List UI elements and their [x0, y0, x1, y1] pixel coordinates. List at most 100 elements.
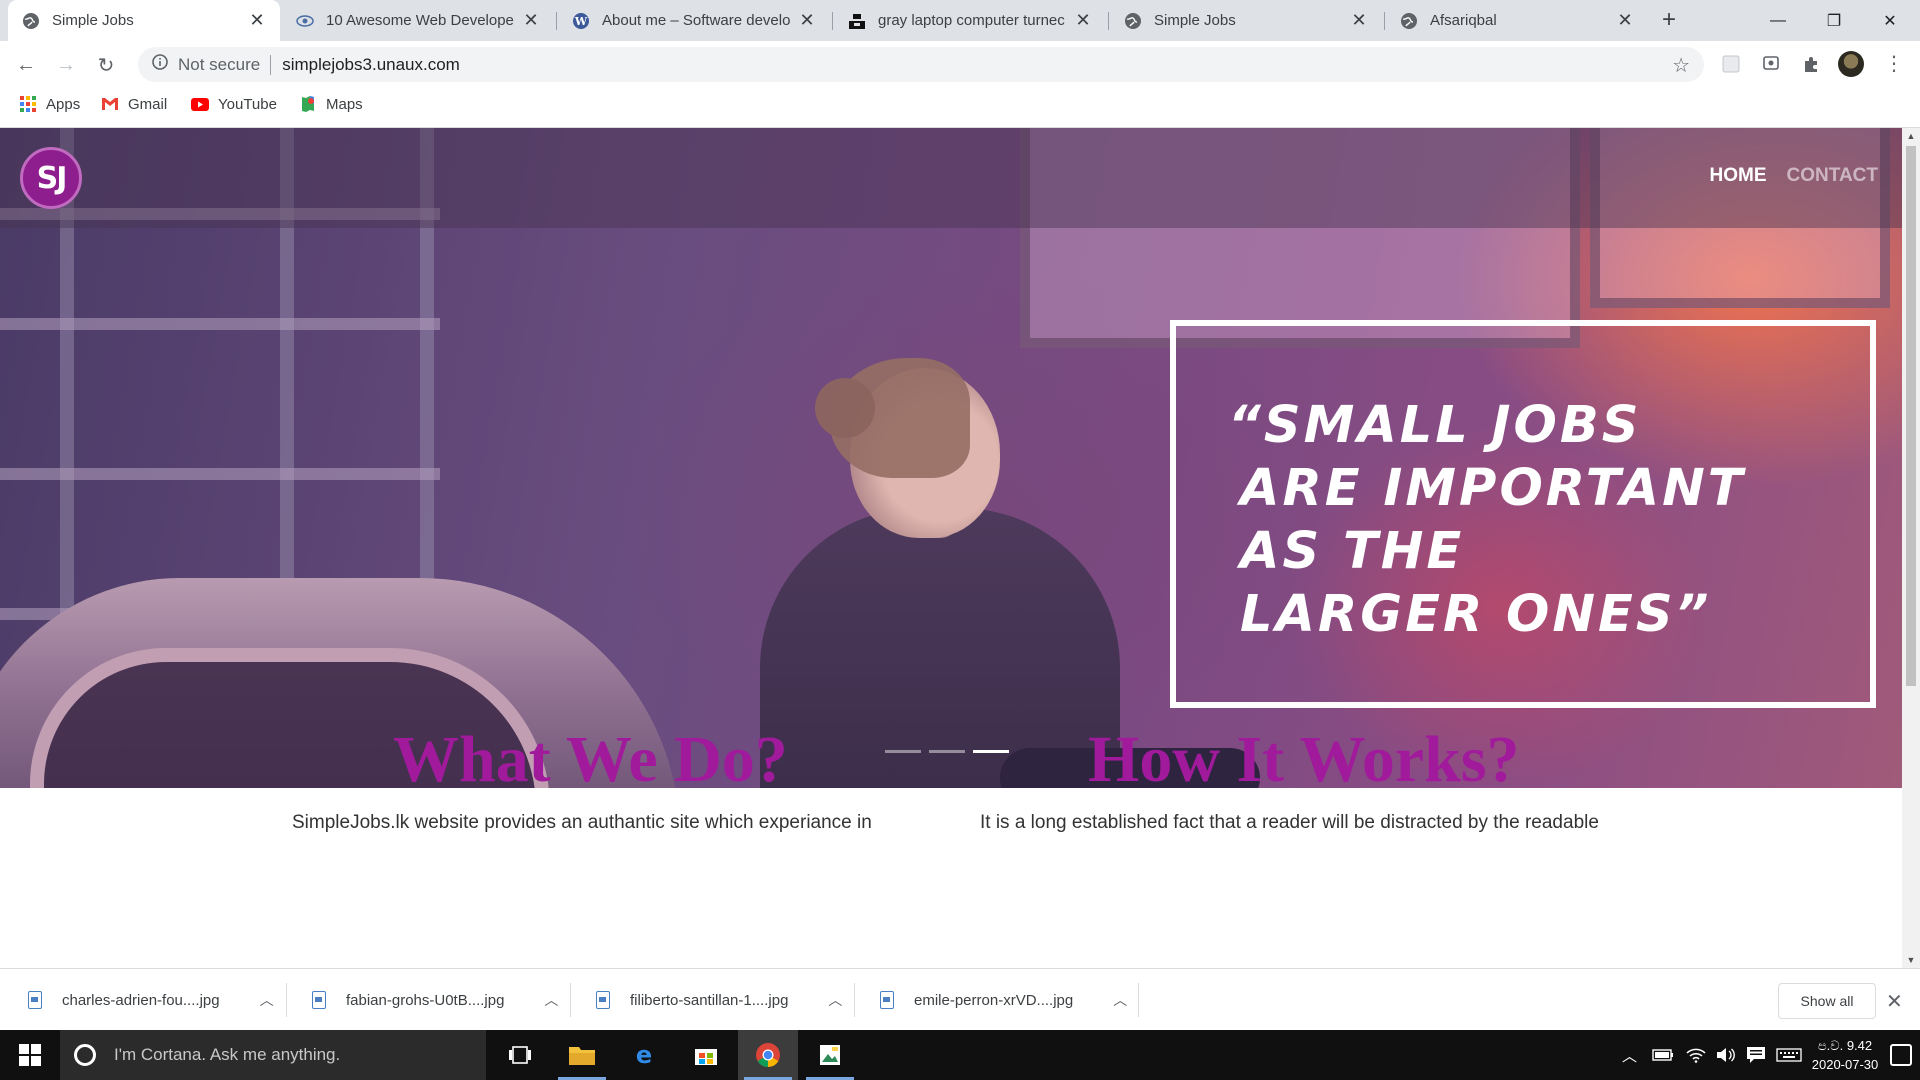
tab-simple-jobs[interactable]: Simple Jobs ✕	[8, 0, 280, 41]
unsplash-icon	[848, 12, 866, 30]
download-filename: fabian-grohs-U0tB....jpg	[346, 991, 505, 1009]
slide-indicator-1[interactable]	[885, 750, 921, 753]
shelf	[0, 468, 440, 480]
image-viewer-icon[interactable]	[800, 1030, 860, 1080]
download-item[interactable]: fabian-grohs-U0tB....jpg ︿	[312, 969, 558, 1031]
show-all-button[interactable]: Show all	[1778, 983, 1876, 1019]
store-icon[interactable]	[676, 1030, 736, 1080]
tab-afsariqbal[interactable]: Afsariqbal ✕	[1386, 0, 1648, 41]
chevron-up-icon[interactable]: ︿	[544, 990, 558, 1010]
image-file-icon	[596, 991, 610, 1009]
download-item[interactable]: filiberto-santillan-1....jpg ︿	[596, 969, 842, 1031]
profile-avatar[interactable]	[1838, 51, 1864, 77]
bookmark-star-icon[interactable]: ☆	[1672, 53, 1690, 78]
windows-taskbar: I'm Cortana. Ask me anything. e ︿ ප.ව. 9…	[0, 1030, 1920, 1080]
slide-indicator-2[interactable]	[929, 750, 965, 753]
divider	[1138, 983, 1139, 1017]
tab-title: Afsariqbal	[1430, 12, 1497, 29]
scroll-up-arrow-icon[interactable]: ▲	[1902, 128, 1920, 144]
maps-icon	[299, 95, 317, 113]
keyboard-icon[interactable]	[1776, 1030, 1802, 1080]
tab-title: Simple Jobs	[52, 12, 134, 29]
page-viewport: SJ HOME CONTACT “SMALL JOBS ARE IMPORTAN…	[0, 128, 1902, 968]
info-icon[interactable]	[152, 54, 168, 75]
globe-icon	[1400, 12, 1418, 30]
tab-gray-laptop[interactable]: gray laptop computer turnec ✕	[834, 0, 1106, 41]
logo-text: SJ	[36, 160, 68, 196]
scroll-down-arrow-icon[interactable]: ▼	[1902, 952, 1920, 968]
divider	[570, 983, 571, 1017]
slide-indicator-3[interactable]	[973, 750, 1009, 753]
nav-contact[interactable]: CONTACT	[1787, 165, 1878, 187]
url-text[interactable]: simplejobs3.unaux.com	[282, 55, 460, 75]
tab-web-developer[interactable]: 10 Awesome Web Developer ✕	[282, 0, 554, 41]
more-menu-icon[interactable]: ⋮	[1884, 50, 1904, 78]
extensions-puzzle-icon[interactable]	[1799, 52, 1823, 76]
close-tab-icon[interactable]: ✕	[522, 10, 540, 31]
message-icon[interactable]	[1746, 1030, 1766, 1080]
download-item[interactable]: charles-adrien-fou....jpg ︿	[28, 969, 274, 1031]
bookmark-apps[interactable]: Apps	[19, 88, 80, 120]
bookmark-gmail[interactable]: Gmail	[101, 88, 167, 120]
shelf	[0, 318, 440, 330]
tab-title: 10 Awesome Web Developer	[326, 12, 514, 29]
close-downloads-icon[interactable]: ✕	[1886, 989, 1903, 1014]
minimize-button[interactable]: —	[1752, 0, 1804, 41]
bookmarks-bar: Apps Gmail YouTube Maps	[0, 88, 1920, 128]
tab-separator	[556, 12, 557, 30]
clock-time: ප.ව. 9.42	[1817, 1038, 1873, 1053]
eye-icon	[296, 12, 314, 30]
system-clock[interactable]: ප.ව. 9.42 2020-07-30	[1808, 1036, 1882, 1074]
nav-home[interactable]: HOME	[1710, 165, 1767, 187]
windows-start-icon[interactable]	[0, 1030, 60, 1080]
volume-icon[interactable]	[1716, 1030, 1736, 1080]
hero-quote: “SMALL JOBS ARE IMPORTANT AS THE LARGER …	[1176, 326, 1870, 702]
wifi-icon[interactable]	[1686, 1030, 1706, 1080]
tab-title: About me – Software develo	[602, 12, 790, 29]
close-tab-icon[interactable]: ✕	[1616, 10, 1634, 31]
chevron-up-icon[interactable]: ︿	[260, 990, 274, 1010]
close-window-button[interactable]: ✕	[1864, 0, 1916, 41]
bookmark-label: Gmail	[128, 95, 168, 113]
new-tab-button[interactable]: +	[1655, 6, 1683, 34]
tab-about-me[interactable]: W About me – Software develo ✕	[558, 0, 830, 41]
bookmark-label: YouTube	[218, 95, 277, 113]
close-tab-icon[interactable]: ✕	[1350, 10, 1368, 31]
what-we-do-text: SimpleJobs.lk website provides an authan…	[292, 812, 872, 833]
cortana-search-box[interactable]: I'm Cortana. Ask me anything.	[60, 1030, 486, 1080]
file-explorer-icon[interactable]	[552, 1030, 612, 1080]
battery-icon[interactable]	[1652, 1030, 1674, 1080]
divider	[854, 983, 855, 1017]
restore-button[interactable]: ❐	[1808, 0, 1860, 41]
edge-browser-icon[interactable]: e	[614, 1030, 674, 1080]
back-icon[interactable]: ←	[10, 49, 42, 81]
scrollbar-thumb[interactable]	[1906, 146, 1916, 686]
close-tab-icon[interactable]: ✕	[248, 10, 266, 31]
bookmark-youtube[interactable]: YouTube	[191, 88, 277, 120]
chrome-icon[interactable]	[738, 1030, 798, 1080]
task-view-icon[interactable]	[490, 1030, 550, 1080]
reload-icon[interactable]: ↻	[90, 49, 122, 81]
tab-separator	[1384, 12, 1385, 30]
chevron-up-icon[interactable]: ︿	[1113, 990, 1127, 1010]
show-hidden-icons-chevron-icon[interactable]: ︿	[1622, 1030, 1637, 1080]
hero-person	[760, 508, 1120, 788]
tab-simple-jobs-2[interactable]: Simple Jobs ✕	[1110, 0, 1382, 41]
close-tab-icon[interactable]: ✕	[1074, 10, 1092, 31]
close-tab-icon[interactable]: ✕	[798, 10, 816, 31]
site-logo[interactable]: SJ	[20, 147, 82, 209]
security-label: Not secure	[178, 54, 261, 74]
quote-line: “SMALL JOBS	[1228, 396, 1642, 455]
forward-icon[interactable]: →	[50, 49, 82, 81]
page-scrollbar[interactable]: ▲ ▼	[1902, 128, 1920, 968]
how-it-works-text: It is a long established fact that a rea…	[980, 812, 1599, 833]
divider	[270, 54, 272, 75]
extension-icon[interactable]	[1719, 52, 1743, 76]
action-center-icon[interactable]	[1890, 1044, 1912, 1066]
cast-icon[interactable]	[1759, 52, 1783, 76]
tab-separator	[832, 12, 833, 30]
bookmark-maps[interactable]: Maps	[299, 88, 363, 120]
download-item[interactable]: emile-perron-xrVD....jpg ︿	[880, 969, 1127, 1031]
address-bar[interactable]: Not secure simplejobs3.unaux.com ☆	[138, 47, 1704, 82]
chevron-up-icon[interactable]: ︿	[828, 990, 842, 1010]
